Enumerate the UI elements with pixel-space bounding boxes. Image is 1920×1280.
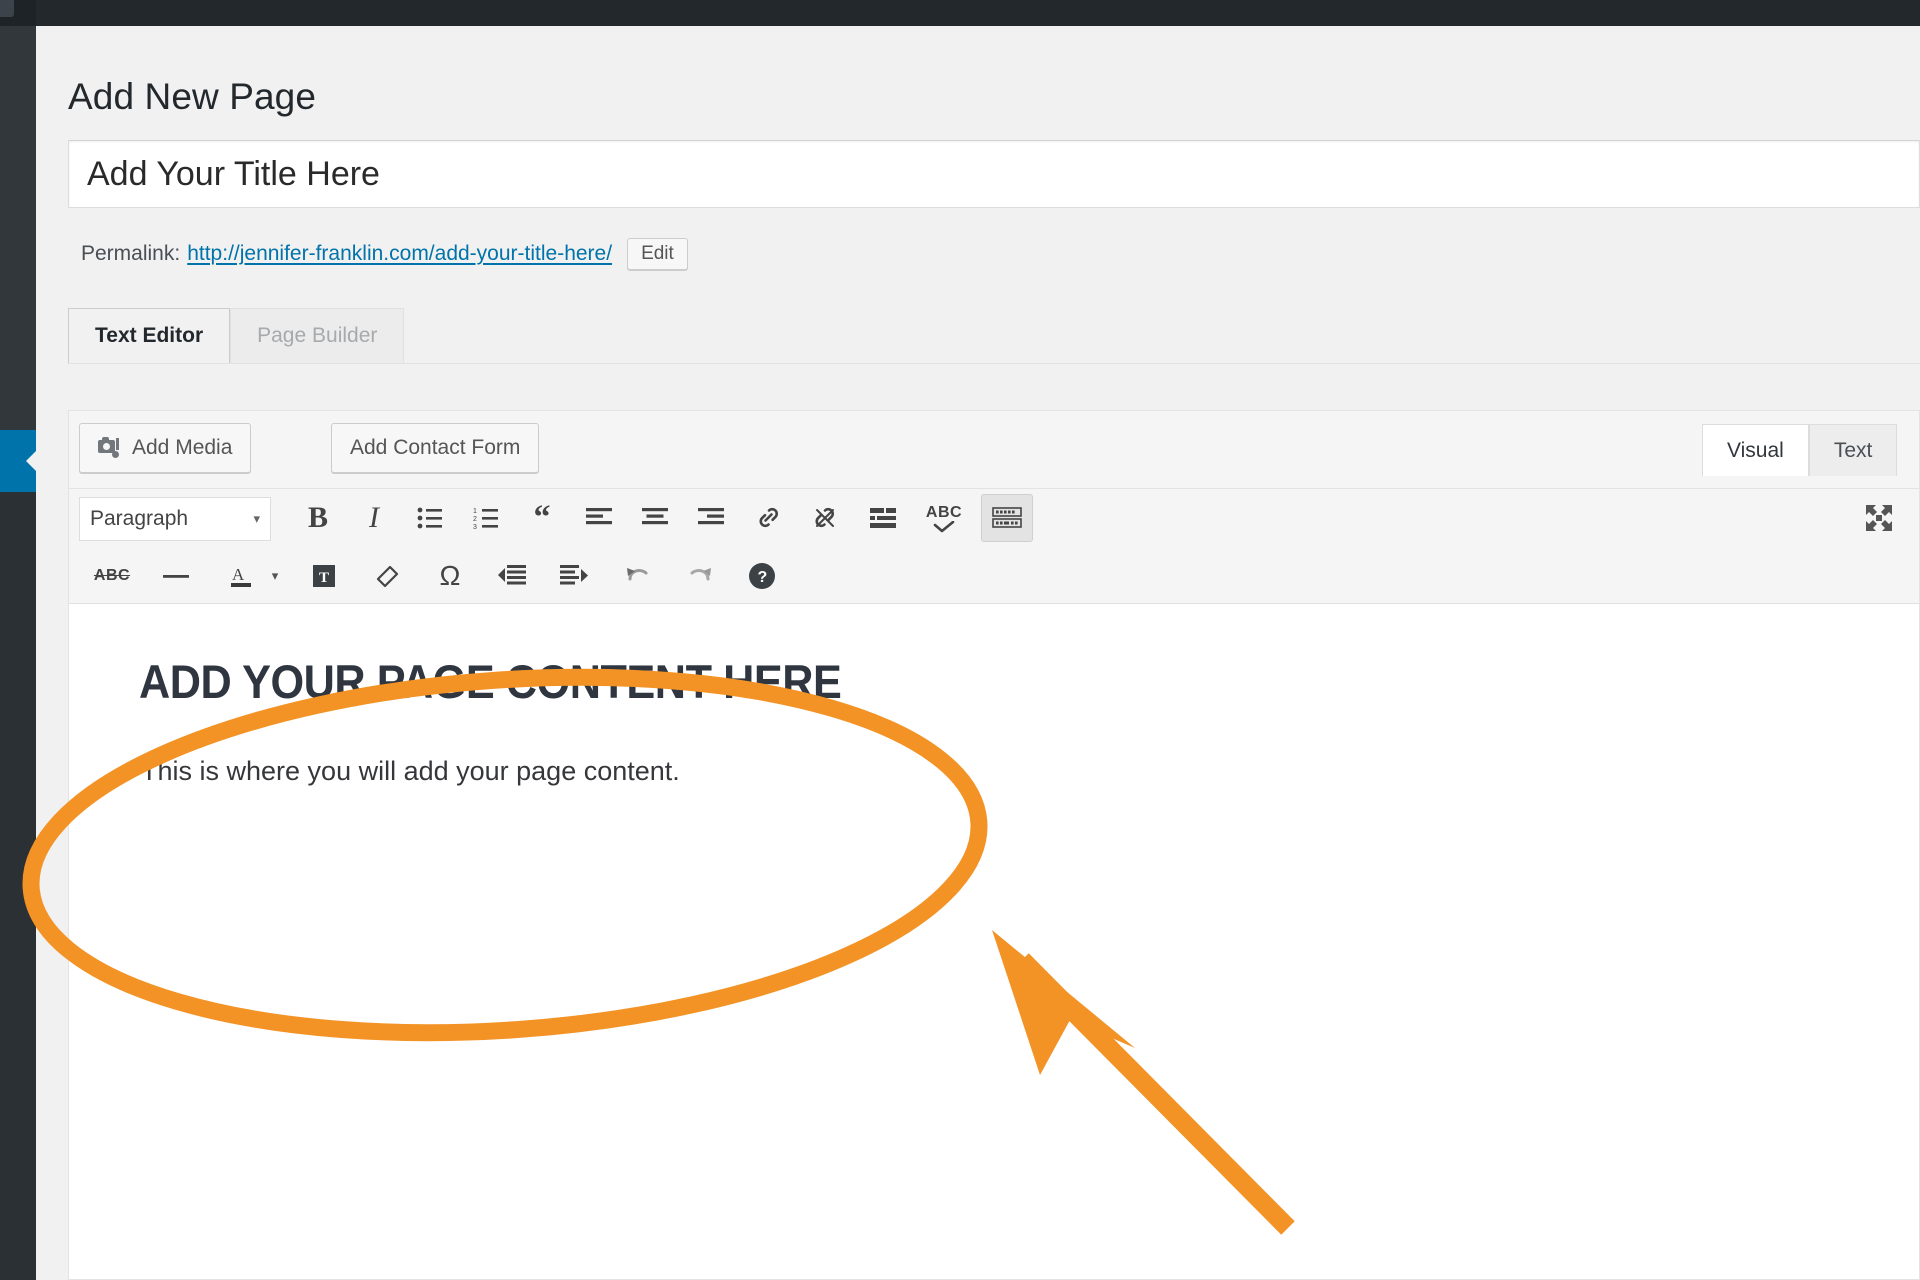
svg-text:A: A	[232, 565, 245, 584]
align-left-icon[interactable]	[577, 497, 621, 539]
add-media-button[interactable]: Add Media	[79, 423, 252, 473]
editor-toolbar: Paragraph ▾ B I 1 2 3 “ ABC ABC A ▾ T Ω …	[68, 488, 1920, 604]
permalink-edit-button[interactable]: Edit	[627, 238, 688, 270]
add-contact-form-label: Add Contact Form	[350, 436, 521, 459]
rail-menu-group-lower[interactable]	[0, 492, 36, 1280]
editor-mode-tabs: Text Editor Page Builder	[68, 308, 405, 363]
camera-music-icon	[98, 437, 122, 459]
screenshot-root: Add New Page Permalink: http://jennifer-…	[0, 0, 1920, 1280]
undo-icon[interactable]	[615, 555, 661, 597]
bulleted-list-icon[interactable]	[409, 497, 451, 539]
admin-content-panel: Add New Page Permalink: http://jennifer-…	[36, 26, 1920, 1280]
numbered-list-icon[interactable]: 1 2 3	[465, 497, 507, 539]
indent-icon[interactable]	[551, 555, 597, 597]
content-paragraph: This is where you will add your page con…	[141, 756, 680, 786]
align-center-icon[interactable]	[633, 497, 677, 539]
blockquote-icon[interactable]: “	[521, 497, 563, 539]
keyboard-shortcuts-help-icon[interactable]: ?	[739, 555, 785, 597]
wordpress-logo-icon[interactable]	[0, 0, 14, 17]
editor-view-tabs: Visual Text	[1702, 424, 1898, 476]
svg-text:2: 2	[473, 516, 477, 523]
format-select-value: Paragraph	[90, 507, 189, 530]
toolbar-row-1: Paragraph ▾ B I 1 2 3 “ ABC	[69, 489, 1919, 547]
add-media-label: Add Media	[132, 436, 233, 459]
admin-sidebar-rail[interactable]	[0, 0, 37, 1280]
svg-text:3: 3	[473, 524, 477, 529]
permalink: Permalink: http://jennifer-franklin.com/…	[81, 234, 688, 274]
clear-formatting-icon[interactable]	[365, 555, 411, 597]
editor-content-area[interactable]: ADD YOUR PAGE CONTENT HERE This is where…	[68, 604, 1920, 1280]
svg-text:1: 1	[473, 508, 477, 515]
mode-tabs-divider	[68, 363, 1920, 364]
tab-page-builder[interactable]: Page Builder	[230, 308, 405, 363]
unlink-icon[interactable]	[803, 497, 847, 539]
align-right-icon[interactable]	[689, 497, 733, 539]
svg-text:?: ?	[758, 569, 768, 586]
special-character-icon[interactable]: Ω	[427, 555, 473, 597]
content-heading: ADD YOUR PAGE CONTENT HERE	[139, 655, 842, 708]
strikethrough-icon[interactable]: ABC	[89, 555, 135, 597]
chevron-down-icon: ▾	[253, 511, 260, 526]
tab-text-editor[interactable]: Text Editor	[68, 308, 231, 363]
text-color-caret-icon[interactable]: ▾	[261, 555, 289, 597]
toolbar-row-2: ABC A ▾ T Ω ?	[69, 547, 1919, 605]
insert-link-icon[interactable]	[747, 497, 791, 539]
svg-text:T: T	[319, 570, 329, 586]
fullscreen-icon[interactable]	[1857, 497, 1901, 539]
tab-visual[interactable]: Visual	[1702, 424, 1809, 476]
format-select[interactable]: Paragraph ▾	[79, 497, 271, 541]
post-title-input[interactable]	[68, 140, 1920, 208]
spellcheck-icon[interactable]: ABC	[919, 497, 969, 539]
text-color-icon[interactable]: A	[219, 555, 263, 597]
toolbar-toggle-icon[interactable]	[981, 494, 1033, 542]
horizontal-rule-icon[interactable]	[153, 555, 199, 597]
admin-bar	[0, 0, 1920, 26]
outdent-icon[interactable]	[489, 555, 535, 597]
page-title: Add New Page	[68, 76, 317, 117]
add-contact-form-button[interactable]: Add Contact Form	[331, 423, 540, 473]
tab-text[interactable]: Text	[1808, 424, 1898, 476]
spellcheck-label: ABC	[925, 503, 963, 521]
permalink-url-link[interactable]: http://jennifer-franklin.com/add-your-ti…	[187, 242, 612, 266]
italic-icon[interactable]: I	[353, 497, 395, 539]
permalink-label: Permalink:	[81, 242, 181, 265]
redo-icon[interactable]	[677, 555, 723, 597]
read-more-icon[interactable]	[861, 497, 905, 539]
rail-menu-group-upper[interactable]	[0, 26, 36, 430]
bold-icon[interactable]: B	[297, 497, 339, 539]
sidebar-item-pages-active[interactable]	[0, 430, 37, 492]
paste-as-text-icon[interactable]: T	[301, 555, 347, 597]
media-buttons-row: Add Media Add Contact Form	[68, 410, 1920, 488]
